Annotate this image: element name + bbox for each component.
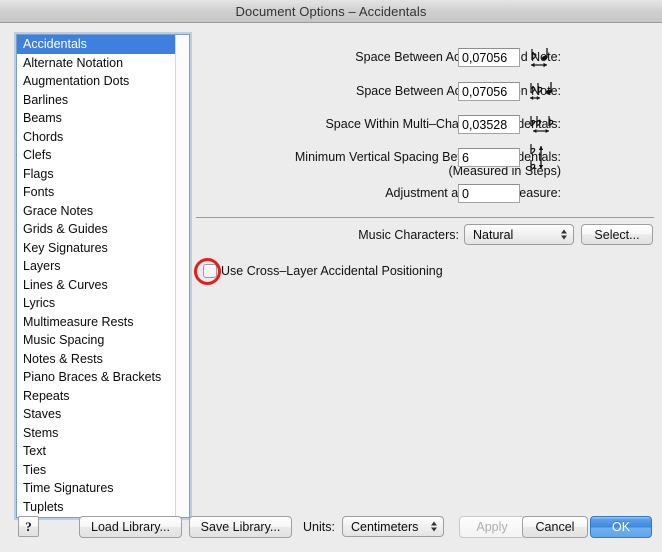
list-item[interactable]: Key Signatures	[17, 239, 176, 258]
list-item[interactable]: Clefs	[17, 146, 176, 165]
input-space-between-accidental-and-note[interactable]	[458, 48, 520, 67]
multi-character-accidental-spacing-diagram-icon	[528, 113, 560, 144]
dialog-content: AccidentalsAlternate NotationAugmentatio…	[0, 24, 662, 552]
list-item[interactable]: Grace Notes	[17, 202, 176, 221]
label-music-characters: Music Characters:	[358, 228, 459, 242]
options-panel: Space Between Accidental and Note:	[196, 24, 662, 552]
units-value: Centimeters	[351, 520, 418, 534]
list-item[interactable]: Stems	[17, 424, 176, 443]
list-item[interactable]: Piano Braces & Brackets	[17, 368, 176, 387]
popup-arrows-icon	[560, 228, 567, 241]
load-library-button[interactable]: Load Library...	[79, 516, 182, 538]
list-item[interactable]: Music Spacing	[17, 331, 176, 350]
save-library-button[interactable]: Save Library...	[189, 516, 292, 538]
cross-layer-accidental-positioning-checkbox[interactable]	[203, 264, 217, 278]
list-item[interactable]: Flags	[17, 165, 176, 184]
list-item[interactable]: Staves	[17, 405, 176, 424]
music-characters-select[interactable]: Natural	[464, 224, 574, 245]
label-space-within-multi-character-accidentals: Space Within Multi–Character Accidentals…	[325, 117, 561, 131]
categories-listbox[interactable]: AccidentalsAlternate NotationAugmentatio…	[16, 34, 190, 518]
input-adjustment-at-start-of-measure[interactable]	[458, 184, 520, 203]
music-characters-value: Natural	[473, 228, 513, 242]
popup-arrows-icon	[430, 520, 437, 533]
units-label: Units:	[303, 520, 335, 534]
categories-scroll-area: AccidentalsAlternate NotationAugmentatio…	[17, 35, 176, 517]
list-item[interactable]: Beams	[17, 109, 176, 128]
panel-separator	[196, 217, 654, 218]
cancel-button[interactable]: Cancel	[522, 516, 588, 538]
list-item[interactable]: Accidentals	[17, 35, 176, 54]
ok-button[interactable]: OK	[590, 516, 652, 538]
label-music-characters-wrap: Music Characters:	[196, 226, 459, 244]
label-minimum-vertical-spacing: Minimum Vertical Spacing Between Acciden…	[295, 150, 561, 164]
input-space-between-accidentals-on-note[interactable]	[458, 82, 520, 101]
list-item[interactable]: Multimeasure Rests	[17, 313, 176, 332]
apply-button[interactable]: Apply	[459, 516, 525, 538]
list-item[interactable]: Grids & Guides	[17, 220, 176, 239]
cross-layer-accidental-positioning-label: Use Cross–Layer Accidental Positioning	[221, 264, 443, 278]
units-select[interactable]: Centimeters	[342, 516, 444, 537]
list-item[interactable]: Augmentation Dots	[17, 72, 176, 91]
label-minimum-vertical-spacing-block: Minimum Vertical Spacing Between Acciden…	[295, 150, 561, 178]
input-space-within-multi-character-accidentals[interactable]	[458, 115, 520, 134]
list-item[interactable]: Barlines	[17, 91, 176, 110]
list-item[interactable]: Text	[17, 442, 176, 461]
list-item[interactable]: Notes & Rests	[17, 350, 176, 369]
select-button[interactable]: Select...	[581, 224, 653, 245]
list-item[interactable]: Lyrics	[17, 294, 176, 313]
input-minimum-vertical-spacing[interactable]	[458, 148, 520, 167]
list-item[interactable]: Layers	[17, 257, 176, 276]
title-bar: Document Options – Accidentals	[0, 0, 662, 23]
label-measured-in-steps: (Measured in Steps)	[295, 164, 561, 178]
dialog-bottom-bar: ? Load Library... Save Library... Units:…	[0, 494, 662, 552]
list-item[interactable]: Chords	[17, 128, 176, 147]
accidental-note-spacing-diagram-icon	[528, 46, 554, 77]
list-item[interactable]: Fonts	[17, 183, 176, 202]
document-options-dialog: Document Options – Accidentals Accidenta…	[0, 0, 662, 552]
list-item[interactable]: Lines & Curves	[17, 276, 176, 295]
window-title: Document Options – Accidentals	[236, 4, 427, 19]
accidentals-on-note-spacing-diagram-icon	[528, 80, 558, 111]
vertical-accidental-spacing-diagram-icon	[528, 142, 554, 181]
list-item[interactable]: Ties	[17, 461, 176, 480]
categories-scrollbar[interactable]	[175, 35, 189, 517]
list-item[interactable]: Alternate Notation	[17, 54, 176, 73]
help-button[interactable]: ?	[18, 516, 39, 537]
list-item[interactable]: Repeats	[17, 387, 176, 406]
cross-layer-checkbox-row[interactable]: Use Cross–Layer Accidental Positioning	[203, 264, 443, 278]
